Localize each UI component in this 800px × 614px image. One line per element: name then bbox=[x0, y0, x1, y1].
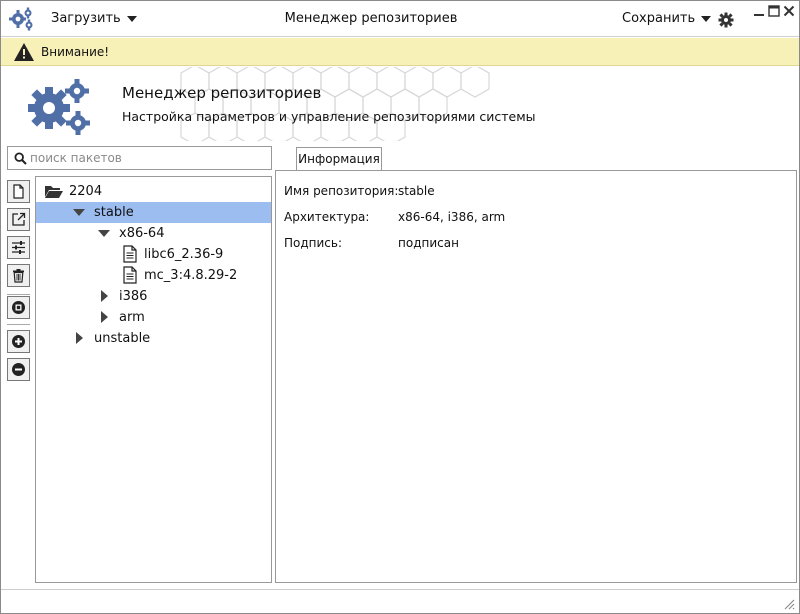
tree-item-label: unstable bbox=[94, 331, 151, 346]
folder-open-icon bbox=[45, 186, 63, 198]
information-panel: Имя репозитория: stable Архитектура: x86… bbox=[275, 170, 797, 583]
tree-item-label: mc_3:4.8.29-2 bbox=[144, 268, 238, 283]
architecture-label: Архитектура: bbox=[284, 210, 370, 224]
settings-button[interactable] bbox=[7, 236, 30, 259]
header-subtitle: Настройка параметров и управление репози… bbox=[122, 109, 536, 124]
header-title: Менеджер репозиториев bbox=[122, 84, 322, 102]
tree-item-mc[interactable]: mc_3:4.8.29-2 bbox=[36, 265, 271, 286]
chevron-down-icon bbox=[701, 15, 712, 22]
delete-button[interactable] bbox=[7, 264, 30, 287]
gears-logo-icon bbox=[28, 79, 90, 135]
tree-item-i386[interactable]: i386 bbox=[36, 286, 271, 307]
stop-icon bbox=[12, 301, 25, 314]
search-input[interactable] bbox=[30, 149, 266, 167]
chevron-right-icon[interactable] bbox=[101, 311, 108, 323]
warning-text: Внимание! bbox=[41, 45, 110, 59]
gear-icon[interactable] bbox=[718, 12, 734, 28]
minimize-icon[interactable] bbox=[753, 5, 765, 17]
package-search bbox=[7, 146, 272, 170]
sliders-icon bbox=[12, 241, 25, 254]
warning-icon bbox=[14, 43, 34, 61]
tree-item-label: 2204 bbox=[69, 184, 103, 199]
save-menu[interactable]: Сохранить bbox=[622, 11, 712, 26]
chevron-down-icon[interactable] bbox=[73, 209, 85, 216]
search-icon bbox=[14, 152, 27, 165]
tree-item-label: libc6_2.36-9 bbox=[144, 247, 224, 262]
signature-label: Подпись: bbox=[284, 236, 343, 250]
maximize-icon[interactable] bbox=[768, 5, 780, 17]
toolbar-divider bbox=[7, 294, 30, 295]
tree-item-libc6[interactable]: libc6_2.36-9 bbox=[36, 244, 271, 265]
architecture-value: x86-64, i386, arm bbox=[398, 210, 506, 224]
tree-item-stable[interactable]: stable bbox=[36, 202, 271, 223]
tree-item-label: stable bbox=[94, 205, 134, 220]
tree-item-2204[interactable]: 2204 bbox=[36, 181, 271, 202]
resize-grip-icon[interactable] bbox=[783, 598, 795, 610]
signature-value: подписан bbox=[398, 236, 459, 250]
external-link-icon bbox=[12, 212, 26, 226]
app-window: Загрузить Менеджер репозиториев Сохранит… bbox=[0, 0, 800, 614]
stop-button[interactable] bbox=[7, 296, 30, 319]
warning-bar: Внимание! bbox=[1, 38, 799, 66]
remove-button[interactable] bbox=[7, 358, 30, 381]
add-icon bbox=[12, 335, 25, 348]
status-bar bbox=[1, 589, 799, 613]
hexagon-pattern-background bbox=[180, 67, 490, 141]
remove-icon bbox=[12, 363, 25, 376]
page-header: Менеджер репозиториев Настройка параметр… bbox=[1, 67, 799, 141]
tab-information[interactable]: Информация bbox=[296, 147, 382, 171]
new-file-button[interactable] bbox=[7, 180, 30, 203]
add-button[interactable] bbox=[7, 330, 30, 353]
open-external-button[interactable] bbox=[7, 208, 30, 231]
repository-tree: 2204 stable x86-64 libc6_2.36-9 mc_3:4.8… bbox=[35, 176, 272, 583]
file-text-icon bbox=[123, 266, 137, 284]
save-menu-label: Сохранить bbox=[622, 11, 696, 26]
chevron-down-icon[interactable] bbox=[98, 230, 110, 237]
tree-item-arm[interactable]: arm bbox=[36, 307, 271, 328]
tree-item-label: x86-64 bbox=[119, 226, 165, 241]
side-toolbar bbox=[7, 178, 31, 388]
repository-name-label: Имя репозитория: bbox=[284, 184, 399, 198]
tree-item-label: i386 bbox=[119, 289, 148, 304]
chevron-right-icon[interactable] bbox=[101, 290, 108, 302]
trash-icon bbox=[13, 269, 24, 283]
new-file-icon bbox=[13, 184, 24, 199]
tree-item-x86-64[interactable]: x86-64 bbox=[36, 223, 271, 244]
chevron-right-icon[interactable] bbox=[76, 332, 83, 344]
title-bar: Загрузить Менеджер репозиториев Сохранит… bbox=[1, 1, 799, 37]
window-controls bbox=[753, 5, 797, 21]
tree-item-label: arm bbox=[119, 310, 145, 325]
file-text-icon bbox=[123, 245, 137, 263]
close-icon[interactable] bbox=[783, 5, 795, 17]
repository-name-value: stable bbox=[398, 184, 435, 198]
tree-item-unstable[interactable]: unstable bbox=[36, 328, 271, 349]
toolbar-divider bbox=[7, 324, 30, 325]
